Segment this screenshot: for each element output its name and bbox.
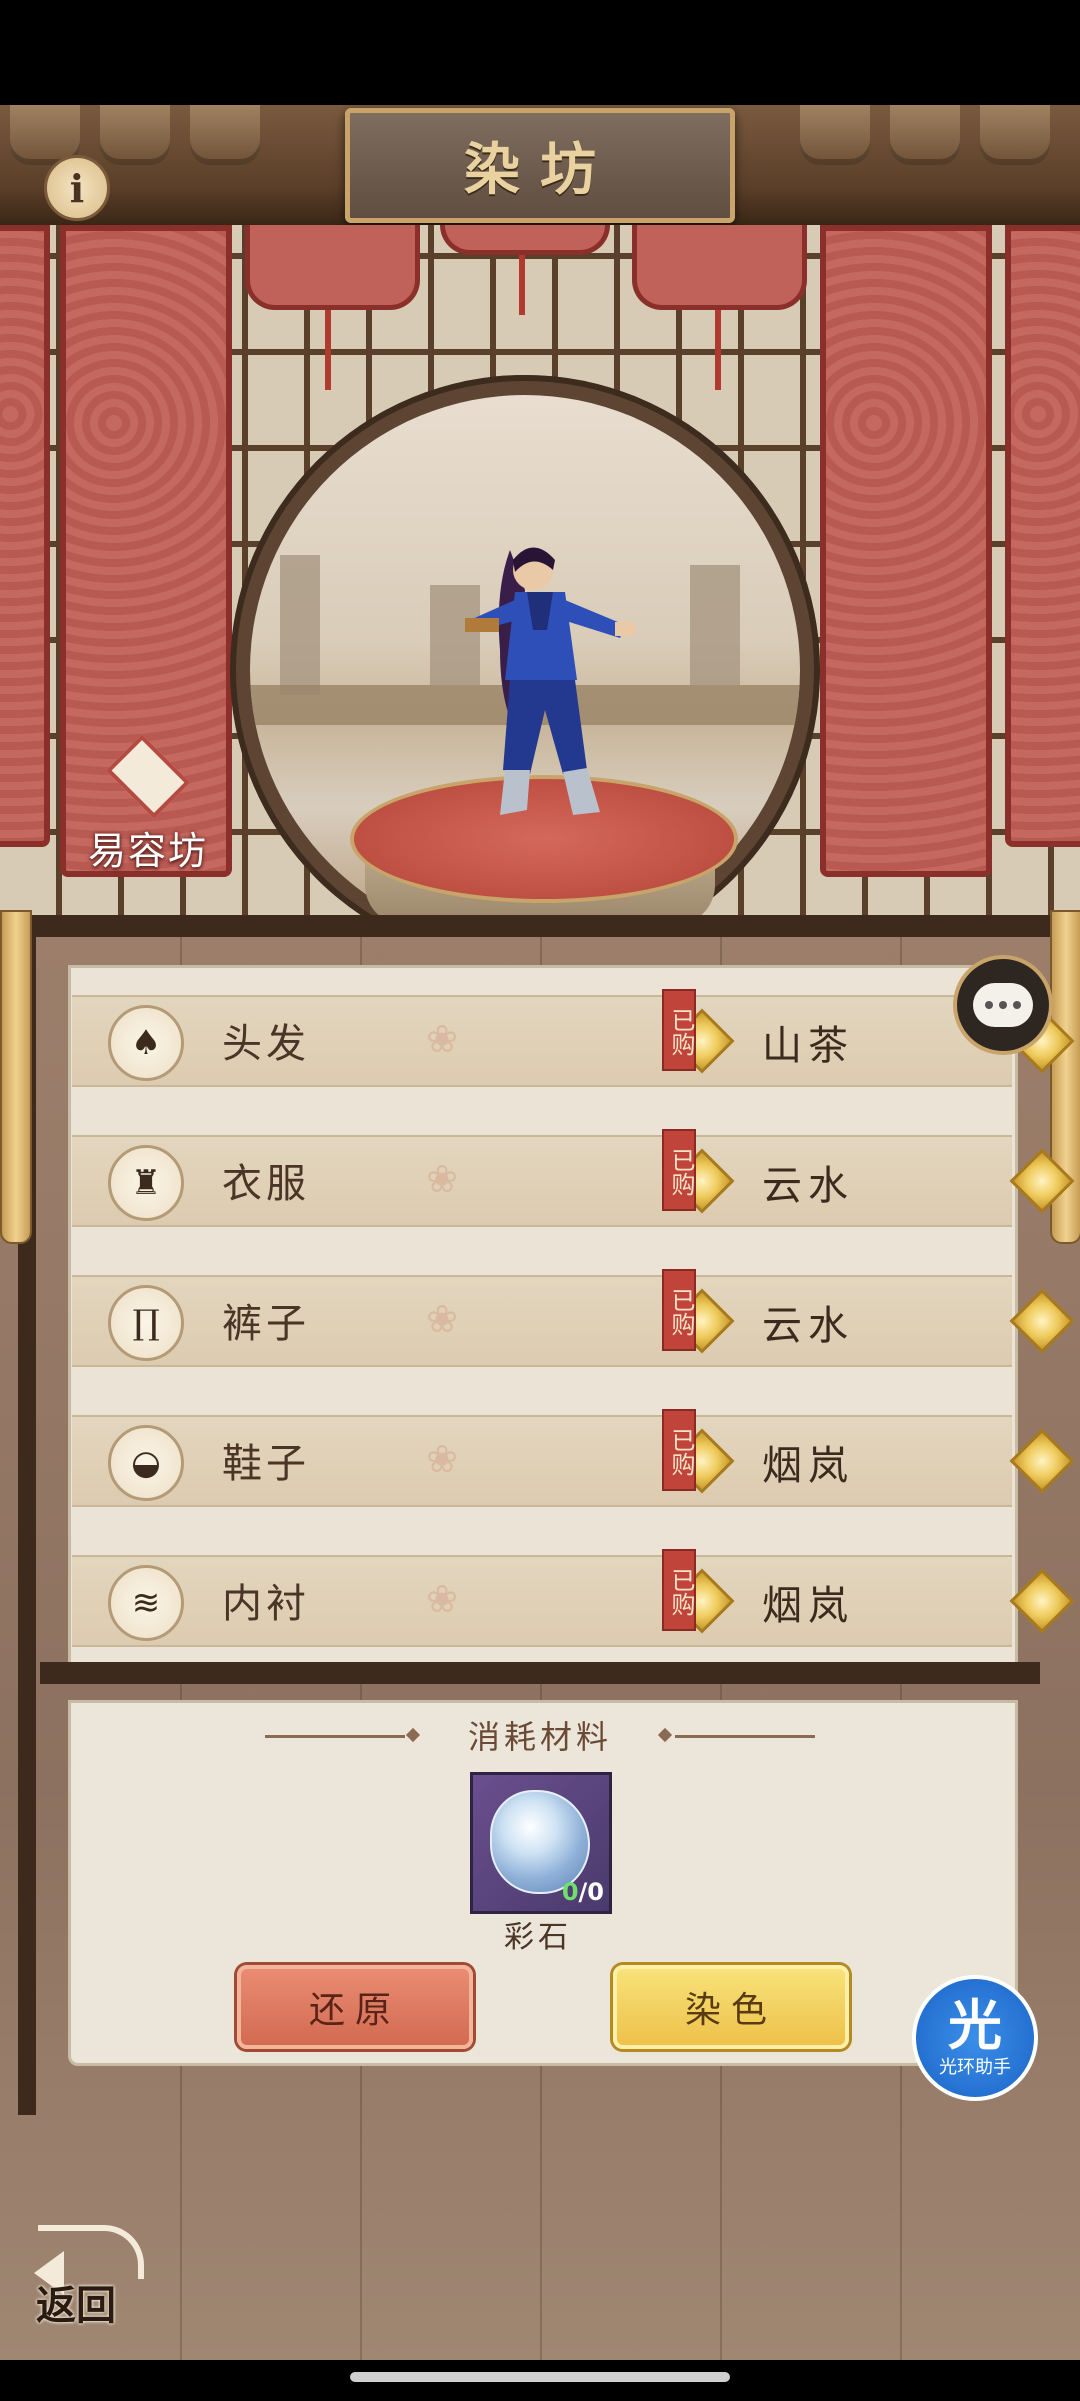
info-button[interactable]: i <box>44 155 110 221</box>
row-color-name: 烟岚 <box>762 1443 854 1489</box>
back-label: 返回 <box>36 2282 116 2329</box>
row-part-name: 裤子 <box>222 1301 310 1347</box>
next-color-button[interactable] <box>1009 1428 1075 1494</box>
assistant-float-button[interactable]: 光 光环助手 <box>912 1975 1038 2101</box>
purchased-tag: 已购 <box>662 1269 696 1351</box>
row-part-name: 头发 <box>222 1021 310 1067</box>
assistant-glyph: 光 <box>948 1993 1002 2057</box>
flower-ornament-icon: ❀ <box>426 1017 458 1061</box>
dye-row-shoes: ◒ 鞋子 ❀ 已购 烟岚 <box>72 1409 1075 1507</box>
curtain <box>0 225 50 847</box>
restore-button[interactable]: 还原 <box>237 1965 473 2049</box>
dye-row-hair: ♠ 头发 ❀ 已购 山茶 <box>72 989 1075 1087</box>
row-color-name: 云水 <box>762 1163 854 1209</box>
next-color-button[interactable] <box>1009 1568 1075 1634</box>
tassel <box>325 310 331 390</box>
material-count: 0/0 <box>520 1878 604 1906</box>
row-part-name: 鞋子 <box>222 1441 310 1487</box>
material-have: 0 <box>561 1878 579 1906</box>
arrow-right-icon <box>1009 1148 1075 1214</box>
row-color-name: 烟岚 <box>762 1583 854 1629</box>
arrow-right-icon <box>1009 1428 1075 1494</box>
dye-label: 染色 <box>684 1990 777 2031</box>
character-scene: 易容坊 <box>0 225 1080 925</box>
assistant-label: 光环助手 <box>939 2057 1011 2078</box>
purchased-tag: 已购 <box>662 989 696 1071</box>
shoes-icon: ◒ <box>108 1425 184 1501</box>
home-indicator[interactable] <box>350 2372 730 2382</box>
mask-diamond-icon <box>105 734 191 819</box>
arrow-right-icon <box>1009 1288 1075 1354</box>
hair-icon: ♠ <box>108 1005 184 1081</box>
arrow-right-icon <box>1009 1568 1075 1634</box>
next-color-button[interactable] <box>1009 1288 1075 1354</box>
valance-left <box>245 225 420 310</box>
flower-ornament-icon: ❀ <box>426 1297 458 1341</box>
dye-row-pants: ∏ 裤子 ❀ 已购 云水 <box>72 1269 1075 1367</box>
dye-button[interactable]: 染色 <box>613 1965 849 2049</box>
next-color-button[interactable] <box>1009 1148 1075 1214</box>
status-bar-area <box>0 0 1080 105</box>
material-name: 彩石 <box>504 1920 572 1955</box>
clothes-icon: ♜ <box>108 1145 184 1221</box>
dye-row-clothes: ♜ 衣服 ❀ 已购 云水 <box>72 1129 1075 1227</box>
tassel <box>519 255 525 315</box>
gold-banner-left <box>0 910 32 1244</box>
curtain <box>820 225 992 877</box>
tassel <box>715 310 721 390</box>
purchased-tag: 已购 <box>662 1549 696 1631</box>
restore-label: 还原 <box>308 1990 401 2031</box>
title-plaque: 染坊 <box>345 108 735 223</box>
row-color-name: 山茶 <box>762 1023 854 1069</box>
flower-ornament-icon: ❀ <box>426 1577 458 1621</box>
material-need: /0 <box>578 1878 604 1906</box>
player-character <box>465 547 635 815</box>
flower-ornament-icon: ❀ <box>426 1157 458 1201</box>
page-title: 染坊 <box>464 137 616 203</box>
chat-button[interactable] <box>953 955 1053 1055</box>
back-button[interactable]: 返回 <box>28 2225 148 2329</box>
dye-row-lining: ≋ 内衬 ❀ 已购 烟岚 <box>72 1549 1075 1647</box>
materials-title: 消耗材料 <box>467 1718 612 1756</box>
row-part-name: 内衬 <box>222 1581 310 1627</box>
shelf-divider-beam <box>40 1662 1040 1684</box>
row-part-name: 衣服 <box>222 1161 310 1207</box>
dressing-room-label: 易容坊 <box>87 829 208 873</box>
flower-ornament-icon: ❀ <box>426 1437 458 1481</box>
purchased-tag: 已购 <box>662 1409 696 1491</box>
info-icon: i <box>69 165 85 211</box>
valance-right <box>632 225 807 310</box>
lining-icon: ≋ <box>108 1565 184 1641</box>
shelf-top-beam <box>20 915 1060 937</box>
row-color-name: 云水 <box>762 1303 854 1349</box>
purchased-tag: 已购 <box>662 1129 696 1211</box>
pants-icon: ∏ <box>108 1285 184 1361</box>
curtain <box>1005 225 1080 847</box>
chat-bubble-icon <box>973 983 1033 1027</box>
valance-center <box>440 225 610 255</box>
dressing-room-button[interactable]: 易容坊 <box>78 734 218 875</box>
